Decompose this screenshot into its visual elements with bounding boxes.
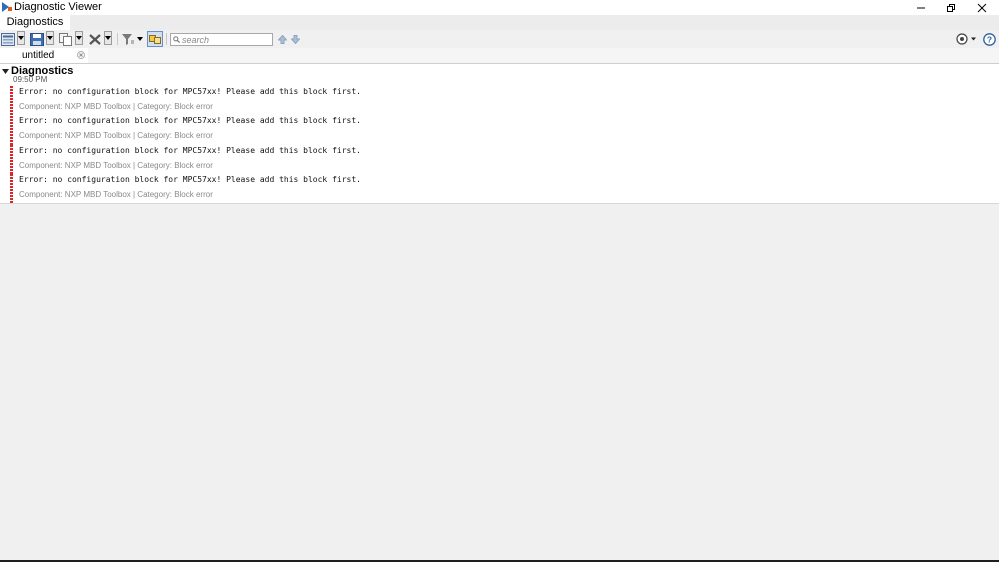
next-button[interactable] <box>289 31 301 47</box>
error-stripe <box>10 86 13 115</box>
error-stripe <box>10 145 13 174</box>
view-icon <box>1 32 15 46</box>
next-arrow-icon <box>290 34 300 44</box>
svg-text:?: ? <box>986 34 991 44</box>
restore-icon <box>947 3 955 12</box>
previous-button[interactable] <box>276 31 288 47</box>
clear-dropdown[interactable] <box>104 31 112 45</box>
clear-icon <box>89 33 101 45</box>
tab-diagnostics[interactable]: Diagnostics <box>0 15 70 30</box>
help-button[interactable]: ? <box>982 31 996 47</box>
close-icon <box>977 3 987 12</box>
message-text: Error: no configuration block for MPC57x… <box>19 87 361 96</box>
message-meta: Component: NXP MBD Toolbox | Category: B… <box>19 131 213 140</box>
title-bar: Diagnostic Viewer <box>0 0 999 15</box>
copy-dropdown[interactable] <box>75 31 83 45</box>
save-dropdown[interactable] <box>46 31 54 45</box>
search-input[interactable] <box>182 34 270 45</box>
close-tab-icon[interactable] <box>77 51 85 59</box>
toolbar-separator <box>117 33 118 45</box>
view-button[interactable] <box>1 31 15 47</box>
minimize-icon <box>917 7 925 8</box>
filter-dropdown[interactable] <box>136 31 143 47</box>
settings-icon <box>956 33 976 45</box>
simulink-icon <box>2 2 12 12</box>
diagnostics-panel: Diagnostics 09:50 PM Error: no configura… <box>0 64 999 204</box>
message-meta: Component: NXP MBD Toolbox | Category: B… <box>19 190 213 199</box>
tab-strip: Diagnostics <box>0 15 999 30</box>
message-text: Error: no configuration block for MPC57x… <box>19 175 361 184</box>
chevron-down-icon <box>18 36 24 40</box>
close-button[interactable] <box>967 0 997 15</box>
message-meta: Component: NXP MBD Toolbox | Category: B… <box>19 161 213 170</box>
highlight-button[interactable] <box>147 31 163 47</box>
copy-button[interactable] <box>59 31 73 47</box>
restore-button[interactable] <box>936 0 966 15</box>
save-icon <box>30 32 44 46</box>
save-button[interactable] <box>30 31 44 47</box>
search-icon <box>173 36 180 43</box>
filter-icon <box>122 33 134 45</box>
help-icon: ? <box>982 32 996 46</box>
filter-button[interactable] <box>121 31 135 47</box>
error-stripe <box>10 116 13 145</box>
group-timestamp: 09:50 PM <box>13 75 48 84</box>
highlight-icon <box>149 34 161 44</box>
minimize-button[interactable] <box>906 0 936 15</box>
search-box <box>170 33 273 46</box>
chevron-down-icon <box>105 36 111 40</box>
message-text: Error: no configuration block for MPC57x… <box>19 116 361 125</box>
chevron-down-icon <box>76 36 82 40</box>
chevron-down-icon <box>47 36 53 40</box>
tab-untitled-label: untitled <box>22 50 55 61</box>
window-title: Diagnostic Viewer <box>14 1 102 13</box>
toolbar-separator <box>166 33 167 45</box>
expand-arrow-icon[interactable] <box>2 69 9 74</box>
toolbar: ? <box>0 30 999 49</box>
chevron-down-icon <box>136 37 143 41</box>
message-text: Error: no configuration block for MPC57x… <box>19 146 361 155</box>
copy-icon <box>59 32 72 46</box>
clear-button[interactable] <box>88 31 102 47</box>
settings-button[interactable] <box>955 31 977 47</box>
tab-untitled[interactable]: untitled <box>0 48 88 63</box>
view-dropdown[interactable] <box>17 31 25 45</box>
message-meta: Component: NXP MBD Toolbox | Category: B… <box>19 102 213 111</box>
error-stripe <box>10 174 13 203</box>
previous-arrow-icon <box>277 34 287 44</box>
document-tab-strip: untitled <box>0 48 999 64</box>
